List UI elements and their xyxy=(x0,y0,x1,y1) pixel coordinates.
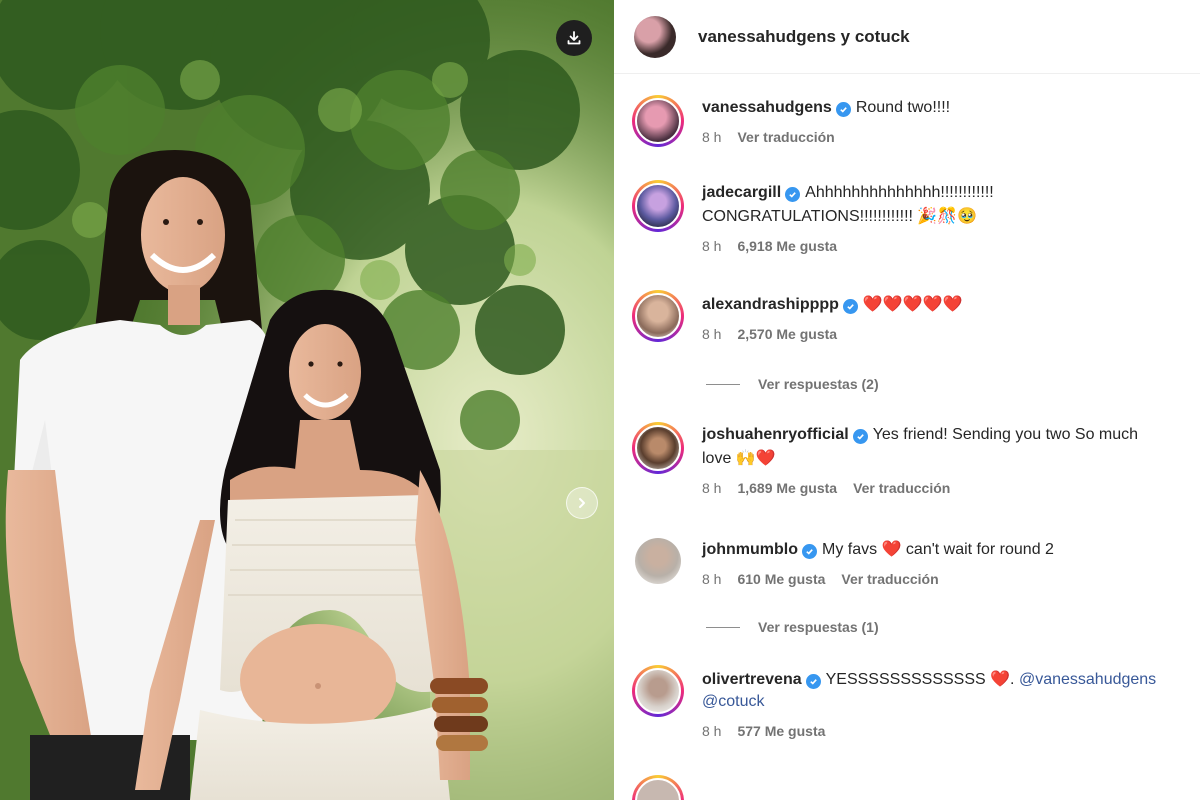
comment-text: My favs ❤️ can't wait for round 2 xyxy=(821,541,1054,558)
verified-badge-icon xyxy=(835,102,851,117)
comment-text: YESSSSSSSSSSSSS ❤️. xyxy=(825,671,1015,688)
chevron-right-icon xyxy=(579,498,585,508)
like-count[interactable]: 610 Me gusta xyxy=(737,571,825,587)
comment-time: 8 h xyxy=(702,129,722,145)
like-count[interactable]: 577 Me gusta xyxy=(737,723,825,739)
comment-meta: 8 h Ver traducción xyxy=(702,129,1200,145)
replies-divider xyxy=(706,626,740,628)
comment-time: 8 h xyxy=(702,480,722,496)
comment-avatar[interactable] xyxy=(635,538,681,584)
like-count[interactable]: 2,570 Me gusta xyxy=(737,326,837,342)
verified-badge-icon xyxy=(801,544,817,559)
photo-scene xyxy=(0,0,614,800)
translate-link[interactable]: Ver traducción xyxy=(737,129,834,145)
verified-badge-icon xyxy=(805,674,821,689)
header-avatar[interactable] xyxy=(634,15,676,58)
comment-username[interactable]: joshuahenryofficial xyxy=(702,426,849,443)
comment-avatar[interactable] xyxy=(632,290,684,342)
comment-mention[interactable]: @vanessahudgens xyxy=(1019,671,1156,688)
verified-badge-icon xyxy=(852,429,868,444)
comment-username[interactable]: jadecargill xyxy=(702,184,781,201)
comment-text-line2: CONGRATULATIONS!!!!!!!!!!!! 🎉🎊🥹 xyxy=(702,208,978,225)
comment-avatar[interactable] xyxy=(632,95,684,147)
comment-time: 8 h xyxy=(702,238,722,254)
comment-avatar[interactable] xyxy=(632,665,684,717)
comment-meta: 8 h 1,689 Me gusta Ver traducción xyxy=(702,480,1200,496)
comment-username[interactable]: johnmumblo xyxy=(702,541,798,558)
comment-time: 8 h xyxy=(702,571,722,587)
comment-meta: 8 h 610 Me gusta Ver traducción xyxy=(702,571,1200,587)
post-photo xyxy=(0,0,614,800)
view-replies-button[interactable]: Ver respuestas (1) xyxy=(706,619,879,635)
comment-avatar[interactable] xyxy=(632,180,684,232)
download-icon xyxy=(567,31,581,45)
comment-meta: 8 h 577 Me gusta xyxy=(702,723,1200,739)
comment-meta: 8 h 2,570 Me gusta xyxy=(702,326,1200,342)
comment-text-line2: love 🙌❤️ xyxy=(702,450,776,467)
comment-text: ❤️❤️❤️❤️❤️ xyxy=(862,296,963,313)
comment-mention[interactable]: @cotuck xyxy=(702,693,764,710)
comment-text: Yes friend! Sending you two So much xyxy=(872,426,1139,443)
next-photo-button[interactable] xyxy=(566,487,598,519)
verified-badge-icon xyxy=(842,299,858,314)
translate-link[interactable]: Ver traducción xyxy=(841,571,938,587)
like-count[interactable]: 1,689 Me gusta xyxy=(737,480,837,496)
view-replies-button[interactable]: Ver respuestas (2) xyxy=(706,376,879,392)
replies-divider xyxy=(706,383,740,385)
comment-meta: 8 h 6,918 Me gusta xyxy=(702,238,1200,254)
comment-avatar[interactable] xyxy=(632,775,684,800)
comment-username[interactable]: alexandrashipppp xyxy=(702,296,839,313)
view-replies-label: Ver respuestas (1) xyxy=(758,619,879,635)
comment-username[interactable]: olivertrevena xyxy=(702,671,802,688)
post-header: vanessahudgens y cotuck xyxy=(614,0,1200,74)
comments-panel: vanessahudgens y cotuck vanessahudgens Ro… xyxy=(614,0,1200,800)
view-replies-label: Ver respuestas (2) xyxy=(758,376,879,392)
translate-link[interactable]: Ver traducción xyxy=(853,480,950,496)
download-button[interactable] xyxy=(556,20,592,56)
comment-time: 8 h xyxy=(702,723,722,739)
comment-username[interactable]: vanessahudgens xyxy=(702,99,832,116)
post-author-title[interactable]: vanessahudgens y cotuck xyxy=(698,27,910,47)
comment-avatar[interactable] xyxy=(632,422,684,474)
verified-badge-icon xyxy=(785,187,801,202)
comment-time: 8 h xyxy=(702,326,722,342)
comment-text: Ahhhhhhhhhhhhhh!!!!!!!!!!!! xyxy=(805,184,994,201)
like-count[interactable]: 6,918 Me gusta xyxy=(737,238,837,254)
comment-text: Round two!!!! xyxy=(855,99,951,116)
